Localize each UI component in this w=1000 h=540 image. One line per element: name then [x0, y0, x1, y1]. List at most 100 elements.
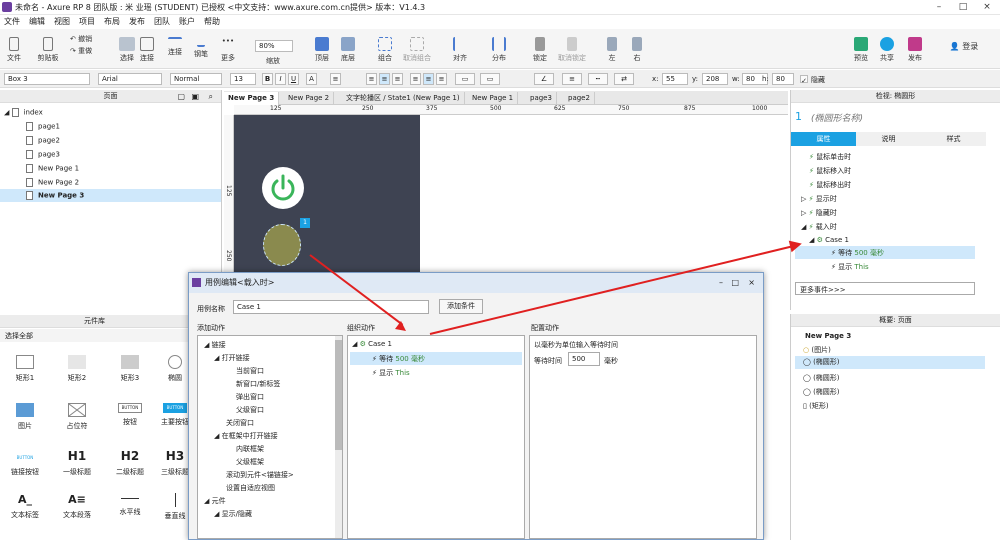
tab-style[interactable]: 样式	[921, 132, 986, 146]
font-color-button[interactable]: A	[306, 73, 317, 85]
power-button-circle[interactable]	[262, 167, 304, 209]
menu-account[interactable]: 账户	[179, 16, 195, 27]
share-button[interactable]: 共享	[878, 37, 896, 63]
align-button[interactable]: 对齐	[448, 37, 472, 63]
menu-project[interactable]: 项目	[79, 16, 95, 27]
outline-item[interactable]: ○ (图片)	[803, 345, 831, 355]
widget-rect1[interactable]: 矩形1	[5, 355, 45, 383]
outline-item-selected[interactable]: ◯ (椭圆形)	[795, 356, 985, 369]
more-button[interactable]: ••• 更多	[216, 37, 240, 63]
connect2-button[interactable]: 连接	[164, 37, 186, 57]
align-left-button[interactable]: 左	[603, 37, 621, 63]
widget-ellipse[interactable]: 椭圆	[160, 355, 190, 383]
lock-button[interactable]: 锁定	[530, 37, 550, 63]
page-item[interactable]: New Page 1	[26, 164, 79, 173]
font-style-select[interactable]: Normal	[170, 73, 222, 85]
tab-properties[interactable]: 属性	[791, 132, 856, 146]
action-item[interactable]: 新窗口/新标签	[236, 379, 280, 389]
action-item[interactable]: 父级框架	[236, 457, 264, 467]
wait-time-input[interactable]: 500	[568, 352, 600, 366]
arrow-style-button[interactable]: ⇄	[614, 73, 634, 85]
font-family-select[interactable]: Arial	[98, 73, 162, 85]
valign-top-button[interactable]: ≡	[410, 73, 421, 85]
distribute-button[interactable]: 分布	[487, 37, 511, 63]
widget-hline[interactable]: 水平线	[110, 493, 150, 517]
send-bottom-button[interactable]: 底层	[338, 37, 358, 63]
close-button[interactable]: ×	[976, 1, 998, 13]
more-events-select[interactable]: 更多事件>>>	[795, 282, 975, 295]
event-item[interactable]: ⚡ 鼠标移入时	[809, 166, 851, 176]
bold-button[interactable]: B	[262, 73, 273, 85]
search-icon[interactable]: ⌕	[209, 90, 213, 103]
widget-paragraph[interactable]: A≡ 文本段落	[57, 493, 97, 520]
event-item[interactable]: ⚡ 鼠标单击时	[809, 152, 851, 162]
minimize-button[interactable]: –	[928, 1, 950, 13]
widget-h2[interactable]: H2 二级标题	[110, 449, 150, 477]
bullet-button[interactable]: ≡	[330, 73, 341, 85]
page-item-selected[interactable]: New Page 3	[0, 189, 221, 202]
align-center-text-button[interactable]: ≡	[379, 73, 390, 85]
menu-arrange[interactable]: 布局	[104, 16, 120, 27]
event-item-onload[interactable]: ◢ ⚡ 载入时	[801, 222, 837, 232]
widget-image[interactable]: 图片	[5, 403, 45, 431]
event-item[interactable]: ⚡ 鼠标移出时	[809, 180, 851, 190]
dialog-minimize-button[interactable]: –	[719, 273, 723, 293]
line-width-button[interactable]: ≡	[562, 73, 582, 85]
action-category[interactable]: ◢ 在框架中打开链接	[214, 431, 278, 441]
preview-button[interactable]: 预览	[852, 37, 870, 63]
widget-rect3[interactable]: 矩形3	[110, 355, 150, 383]
page-item[interactable]: New Page 2	[26, 178, 79, 187]
unlock-button[interactable]: 取消锁定	[555, 37, 589, 63]
menu-file[interactable]: 文件	[4, 16, 20, 27]
align-left-text-button[interactable]: ≡	[366, 73, 377, 85]
outline-item[interactable]: ▯ (矩形)	[803, 401, 829, 411]
font-size-select[interactable]: 13	[230, 73, 256, 85]
page-index[interactable]: ◢ index	[4, 108, 43, 117]
action-item[interactable]: 设置自适应视图	[226, 483, 275, 493]
widget-label[interactable]: A_ 文本标签	[5, 493, 45, 520]
widget-primary-button[interactable]: BUTTON 主要按钮	[160, 403, 190, 427]
action-wait[interactable]: ⚡ 等待 500 毫秒	[795, 246, 975, 259]
widget-button[interactable]: BUTTON 按钮	[110, 403, 150, 427]
tab-notes[interactable]: 说明	[856, 132, 921, 146]
interaction-badge[interactable]: 1	[300, 218, 310, 228]
action-show[interactable]: ⚡ 显示 This	[831, 262, 869, 272]
shadow-button[interactable]: ▭	[480, 73, 500, 85]
event-item[interactable]: ▷ ⚡ 显示时	[801, 194, 837, 204]
publish-button[interactable]: 发布	[904, 37, 926, 63]
ungroup-button[interactable]: 取消组合	[400, 37, 434, 63]
widget-h1[interactable]: H1 一级标题	[57, 449, 97, 477]
add-page-icon[interactable]: ▢	[177, 90, 185, 103]
zoom-select[interactable]: 80%	[255, 40, 293, 52]
align-right-button[interactable]: 右	[628, 37, 646, 63]
file-button[interactable]: 文件	[4, 37, 24, 63]
scrollbar-thumb[interactable]	[335, 340, 342, 450]
redo-button[interactable]: ↷ 重做	[70, 46, 100, 56]
line-style-button[interactable]: ┅	[588, 73, 608, 85]
tab-new-page-2[interactable]: New Page 2	[284, 92, 335, 105]
action-category[interactable]: ◢ 链接	[204, 340, 226, 350]
hidden-checkbox[interactable]: ✓	[800, 75, 808, 85]
valign-middle-button[interactable]: ≡	[423, 73, 434, 85]
y-field[interactable]: 208	[702, 73, 728, 85]
dialog-close-button[interactable]: ×	[748, 273, 755, 293]
group-button[interactable]: 组合	[375, 37, 395, 63]
tab-page2[interactable]: page2	[564, 92, 595, 105]
library-select[interactable]: 选择全部	[0, 329, 189, 342]
outline-item[interactable]: ◯ (椭圆形)	[803, 373, 840, 383]
selected-ellipse[interactable]	[263, 224, 301, 266]
x-field[interactable]: 55	[662, 73, 688, 85]
menu-team[interactable]: 团队	[154, 16, 170, 27]
outline-item[interactable]: ◯ (椭圆形)	[803, 387, 840, 397]
action-item[interactable]: 滚动到元件<锚链接>	[226, 470, 294, 480]
org-case[interactable]: ◢ ⚙ Case 1	[352, 340, 392, 348]
action-item[interactable]: 父级窗口	[236, 405, 264, 415]
action-item[interactable]: 内联框架	[236, 444, 264, 454]
tab-page3[interactable]: page3	[526, 92, 557, 105]
case-name-input[interactable]: Case 1	[233, 300, 429, 314]
fill-color-button[interactable]: ▭	[455, 73, 475, 85]
outline-page[interactable]: New Page 3	[805, 332, 851, 340]
action-category[interactable]: ◢ 元件	[204, 496, 226, 506]
widget-placeholder[interactable]: 占位符	[57, 403, 97, 431]
page-item[interactable]: page3	[26, 150, 60, 159]
